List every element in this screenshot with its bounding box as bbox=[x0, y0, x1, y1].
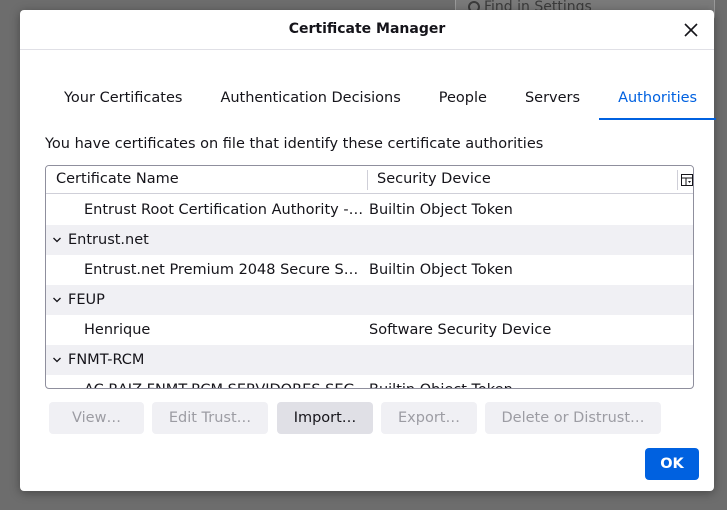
tree-row[interactable]: Entrust.net Premium 2048 Secure Serv… Bu… bbox=[46, 255, 693, 285]
column-separator[interactable] bbox=[367, 170, 368, 190]
tree-row[interactable]: Entrust Root Certification Authority - G… bbox=[46, 195, 693, 225]
column-picker-icon[interactable] bbox=[681, 174, 693, 186]
dialog-titlebar: Certificate Manager bbox=[20, 10, 714, 50]
tab-bar: Your Certificates Authentication Decisio… bbox=[45, 80, 717, 120]
certificate-manager-dialog: Certificate Manager Your Certificates Au… bbox=[20, 10, 717, 491]
tab-servers[interactable]: Servers bbox=[506, 80, 599, 120]
certificate-name-cell: Entrust Root Certification Authority - G… bbox=[84, 202, 364, 218]
tree-group-row[interactable]: FEUP bbox=[46, 285, 693, 315]
certificate-name-cell: Henrique bbox=[84, 322, 151, 338]
security-device-cell: Builtin Object Token bbox=[369, 262, 513, 278]
tree-row[interactable]: AC RAIZ FNMT-RCM SERVIDORES SEG Builtin … bbox=[46, 375, 693, 388]
edit-trust-button[interactable]: Edit Trust… bbox=[152, 402, 268, 434]
security-device-cell: Builtin Object Token bbox=[369, 375, 513, 388]
column-header-certificate-name[interactable]: Certificate Name bbox=[56, 171, 179, 187]
column-header-security-device[interactable]: Security Device bbox=[377, 171, 491, 187]
tab-your-certificates[interactable]: Your Certificates bbox=[45, 80, 201, 120]
ok-button[interactable]: OK bbox=[645, 448, 699, 480]
chevron-down-icon[interactable] bbox=[52, 295, 62, 305]
tree-rows: Entrust Root Certification Authority - G… bbox=[46, 195, 693, 388]
tab-people[interactable]: People bbox=[420, 80, 506, 120]
tree-header: Certificate Name Security Device bbox=[46, 166, 693, 194]
group-name-cell: FNMT-RCM bbox=[68, 352, 145, 368]
tree-group-row[interactable]: FNMT-RCM bbox=[46, 345, 693, 375]
certificate-name-cell: Entrust.net Premium 2048 Secure Serv… bbox=[84, 262, 364, 278]
export-button[interactable]: Export… bbox=[381, 402, 477, 434]
delete-or-distrust-button[interactable]: Delete or Distrust… bbox=[485, 402, 661, 434]
column-separator bbox=[677, 170, 678, 190]
close-icon[interactable] bbox=[682, 21, 700, 39]
view-button[interactable]: View… bbox=[49, 402, 144, 434]
import-button[interactable]: Import… bbox=[277, 402, 373, 434]
tab-authentication-decisions[interactable]: Authentication Decisions bbox=[201, 80, 419, 120]
tree-group-row[interactable]: Entrust.net bbox=[46, 225, 693, 255]
group-name-cell: Entrust.net bbox=[68, 232, 149, 248]
tab-authorities[interactable]: Authorities bbox=[599, 80, 717, 120]
tree-row[interactable]: Henrique Software Security Device bbox=[46, 315, 693, 345]
dialog-title: Certificate Manager bbox=[288, 21, 446, 37]
certificate-tree[interactable]: Certificate Name Security Device Entrust… bbox=[45, 165, 694, 389]
security-device-cell: Builtin Object Token bbox=[369, 202, 513, 218]
certificate-name-cell: AC RAIZ FNMT-RCM SERVIDORES SEG bbox=[84, 375, 364, 388]
group-name-cell: FEUP bbox=[68, 292, 105, 308]
authorities-description: You have certificates on file that ident… bbox=[45, 136, 544, 152]
chevron-down-icon[interactable] bbox=[52, 355, 62, 365]
security-device-cell: Software Security Device bbox=[369, 322, 552, 338]
chevron-down-icon[interactable] bbox=[52, 235, 62, 245]
